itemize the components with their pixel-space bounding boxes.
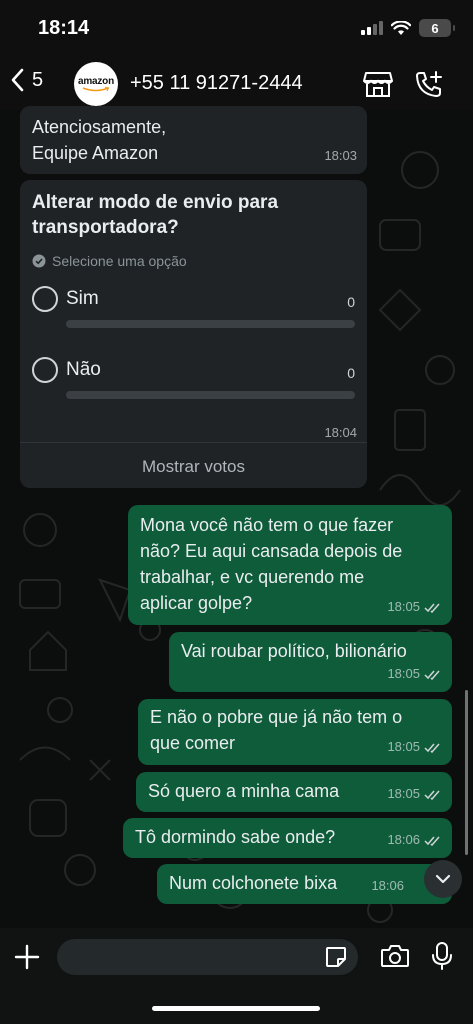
wifi-icon xyxy=(391,20,411,35)
message-incoming[interactable]: Atenciosamente, Equipe Amazon 18:03 xyxy=(20,106,367,174)
message-text: Atenciosamente, Equipe Amazon xyxy=(32,117,167,163)
message-outgoing[interactable]: Mona você não tem o que fazer não? Eu aq… xyxy=(128,505,452,625)
poll-title: Alterar modo de envio para transportador… xyxy=(32,192,279,238)
back-button[interactable]: 5 xyxy=(10,68,43,92)
poll-option-count: 0 xyxy=(347,365,355,381)
poll-option-count: 0 xyxy=(347,294,355,310)
poll-option-label: Sim xyxy=(66,288,99,309)
message-time: 18:05 xyxy=(387,786,420,801)
show-votes-button[interactable]: Mostrar votos xyxy=(20,446,367,488)
message-time: 18:06 xyxy=(371,878,404,893)
message-meta: 18:06 xyxy=(371,873,404,899)
amazon-smile-icon xyxy=(82,87,110,92)
plus-icon[interactable] xyxy=(14,944,40,970)
poll-divider xyxy=(20,442,367,443)
camera-icon[interactable] xyxy=(380,943,410,969)
chat-header: 5 amazon +55 11 91271-2444 xyxy=(0,58,473,110)
message-meta: 18:05 xyxy=(387,781,442,807)
scrollbar-thumb[interactable] xyxy=(465,690,468,855)
cellular-signal-icon xyxy=(361,21,383,35)
message-meta: 18:05 xyxy=(387,594,442,620)
poll-option[interactable]: Sim 0 xyxy=(32,286,355,336)
status-icons: 6 xyxy=(361,19,455,37)
header-actions xyxy=(363,70,443,98)
poll-option-label: Não xyxy=(66,359,101,380)
chevron-left-icon xyxy=(11,68,24,92)
double-check-icon xyxy=(424,790,440,800)
battery-indicator: 6 xyxy=(419,19,455,37)
message-outgoing[interactable]: E não o pobre que já não tem o que comer… xyxy=(138,699,452,765)
store-icon[interactable] xyxy=(363,70,393,98)
poll-option-bar xyxy=(66,320,355,328)
sticker-icon[interactable] xyxy=(324,945,348,969)
message-meta: 18:03 xyxy=(324,143,357,169)
avatar-logo-text: amazon xyxy=(77,76,115,87)
status-bar: 18:14 6 xyxy=(0,0,473,58)
unread-count: 5 xyxy=(32,68,44,91)
message-time: 18:05 xyxy=(387,739,420,754)
poll-hint: Selecione uma opção xyxy=(32,248,355,274)
message-outgoing[interactable]: Só quero a minha cama 18:05 xyxy=(136,772,452,812)
poll-message: Alterar modo de envio para transportador… xyxy=(20,180,367,488)
double-check-icon xyxy=(424,603,440,613)
double-check-icon xyxy=(424,670,440,680)
microphone-icon[interactable] xyxy=(431,941,453,971)
message-meta: 18:05 xyxy=(387,661,442,687)
chat-screen: 18:14 6 5 amazon +55 11 91271-2444 Atenc… xyxy=(0,0,473,1024)
poll-option[interactable]: Não 0 xyxy=(32,357,355,407)
message-input-box[interactable] xyxy=(57,939,358,975)
poll-hint-text: Selecione uma opção xyxy=(52,253,187,269)
message-composer xyxy=(0,928,473,1024)
status-time: 18:14 xyxy=(38,17,90,39)
check-circle-icon xyxy=(32,254,46,268)
poll-option-radio[interactable] xyxy=(32,357,58,383)
message-meta: 18:05 xyxy=(387,734,442,760)
contact-avatar[interactable]: amazon xyxy=(74,62,118,106)
message-time: 18:03 xyxy=(324,148,357,163)
message-time: 18:05 xyxy=(387,666,420,681)
chevron-down-icon xyxy=(435,874,451,884)
message-time: 18:06 xyxy=(387,832,420,847)
poll-option-radio[interactable] xyxy=(32,286,58,312)
poll-option-bar xyxy=(66,391,355,399)
message-meta: 18:06 xyxy=(387,827,442,853)
double-check-icon xyxy=(424,836,440,846)
add-call-icon[interactable] xyxy=(415,70,443,98)
message-outgoing[interactable]: Num colchonete bixa 18:06 xyxy=(157,864,452,904)
scroll-down-button[interactable] xyxy=(424,860,462,898)
message-outgoing[interactable]: Vai roubar político, bilionário 18:05 xyxy=(169,632,452,692)
double-check-icon xyxy=(424,743,440,753)
contact-name[interactable]: +55 11 91271-2444 xyxy=(130,72,303,95)
message-input[interactable] xyxy=(71,939,311,975)
message-time: 18:05 xyxy=(387,599,420,614)
message-outgoing[interactable]: Tô dormindo sabe onde? 18:06 xyxy=(123,818,452,858)
home-indicator[interactable] xyxy=(152,1006,320,1011)
